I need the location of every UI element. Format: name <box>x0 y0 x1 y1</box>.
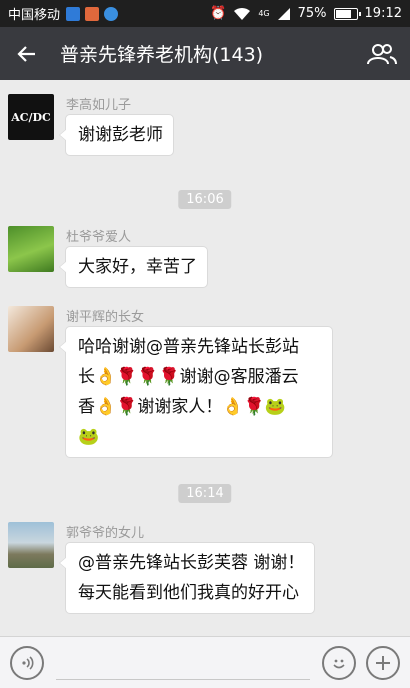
chat-header: 普亲先锋养老机构(143) <box>0 27 410 80</box>
battery-icon <box>333 7 361 20</box>
message-input[interactable] <box>56 645 310 680</box>
app-notification-icon <box>66 6 81 21</box>
app-notification-icon <box>85 6 100 21</box>
sender-name: 谢平辉的长女 <box>66 310 145 325</box>
clock: 19:12 <box>364 6 402 21</box>
message-line: 哈哈谢谢@普亲先锋站长彭站 <box>78 337 299 357</box>
avatar[interactable]: AC/DC <box>8 94 54 140</box>
message-line: @普亲先锋站长彭芙蓉 谢谢！ <box>78 553 305 573</box>
voice-button[interactable] <box>10 645 44 680</box>
signal-icon <box>277 7 290 20</box>
avatar[interactable] <box>8 226 54 272</box>
carrier-label: 中国移动 <box>8 8 61 23</box>
message-text: 大家好，幸苦了 <box>78 257 197 277</box>
back-button[interactable] <box>0 27 54 80</box>
alarm-icon: ⏰ <box>210 6 227 21</box>
input-bar <box>0 636 410 688</box>
chat-title: 普亲先锋养老机构(143) <box>60 44 264 66</box>
emoji-button[interactable] <box>322 645 356 680</box>
message-bubble[interactable]: 大家好，幸苦了 <box>59 246 208 288</box>
message-line: 每天能看到他们我真的好开心 <box>78 583 299 603</box>
message-list[interactable]: AC/DC 李高如儿子 谢谢彭老师 16:06 杜爷爷爱人 大家好，幸苦了 谢平… <box>0 80 410 636</box>
battery-percent: 75% <box>297 6 327 21</box>
message-line: 长👌🌹🌹🌹谢谢@客服潘云 <box>78 367 299 387</box>
add-icon <box>376 655 390 670</box>
sender-name: 郭爷爷的女儿 <box>66 526 145 541</box>
message-bubble[interactable]: 哈哈谢谢@普亲先锋站长彭站 长👌🌹🌹🌹谢谢@客服潘云 香👌🌹谢谢家人！👌🌹🐸 🐸 <box>59 326 333 458</box>
message-bubble[interactable]: @普亲先锋站长彭芙蓉 谢谢！ 每天能看到他们我真的好开心 <box>58 542 316 614</box>
voice-icon <box>22 655 34 670</box>
add-button[interactable] <box>366 645 400 680</box>
avatar[interactable] <box>8 522 54 568</box>
sender-name: 杜爷爷爱人 <box>66 230 132 245</box>
message-line: 🐸 <box>78 427 100 447</box>
status-bar: 中国移动 ⏰ 4G 75% 19:12 <box>0 0 410 27</box>
emoji-icon <box>333 659 345 668</box>
timestamp: 16:06 <box>178 190 232 209</box>
back-arrow-icon <box>17 45 35 62</box>
message-bubble[interactable]: 谢谢彭老师 <box>59 114 174 156</box>
timestamp: 16:14 <box>178 484 232 503</box>
wifi-icon <box>234 7 251 20</box>
sender-name: 李高如儿子 <box>66 98 132 113</box>
message-text: 谢谢彭老师 <box>78 125 163 145</box>
app-notification-icon <box>104 6 119 21</box>
network-label: 4G <box>258 9 270 18</box>
group-members-icon <box>367 43 397 64</box>
message-line: 香👌🌹谢谢家人！👌🌹🐸 <box>78 397 286 417</box>
group-members-button[interactable] <box>354 27 410 80</box>
avatar[interactable] <box>8 306 54 352</box>
